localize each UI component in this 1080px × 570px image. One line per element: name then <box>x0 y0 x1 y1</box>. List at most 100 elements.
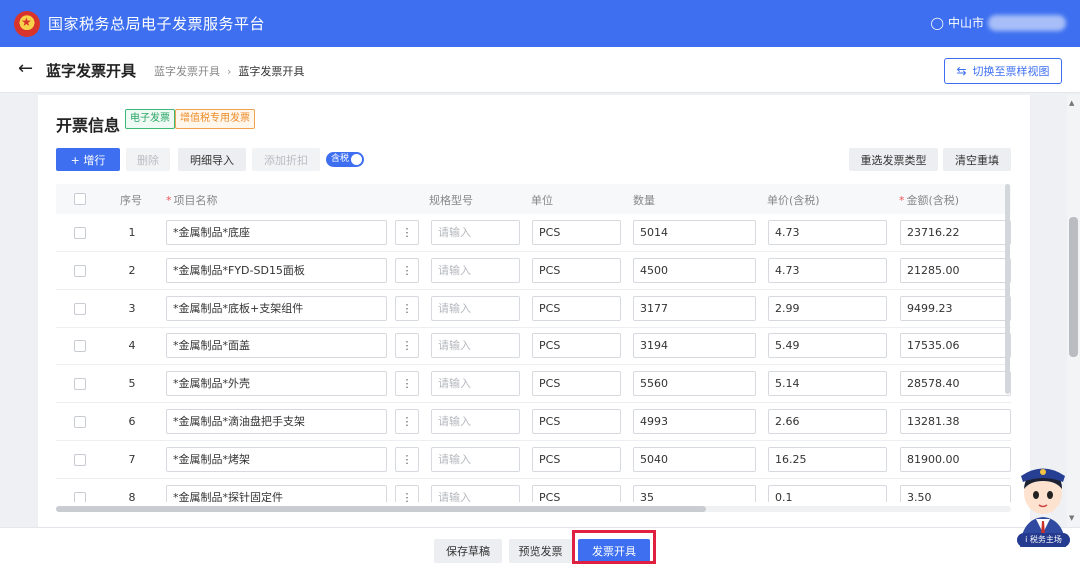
breadcrumb: 蓝字发票开具 › 蓝字发票开具 <box>154 63 304 79</box>
item-name-input[interactable]: *金属制品*滴油盘把手支架 <box>166 409 387 434</box>
quantity-input[interactable]: 4500 <box>633 257 756 283</box>
preview-invoice-button[interactable]: 预览发票 <box>509 539 572 563</box>
breadcrumb-item[interactable]: 蓝字发票开具 <box>154 63 220 79</box>
row-checkbox[interactable] <box>74 227 86 239</box>
spec-input[interactable]: 请输入 <box>431 333 520 359</box>
tag-electronic-invoice: 电子发票 <box>125 109 175 129</box>
unit-input[interactable]: PCS <box>532 257 621 283</box>
unit-price-input[interactable]: 4.73 <box>768 220 887 245</box>
more-vertical-icon[interactable]: ⋮ <box>395 257 419 283</box>
invoice-items-table: 序号 * 项目名称 规格型号 单位 数量 单价(含税) * 金额(含税) 1 *金属制… <box>56 184 1011 502</box>
required-mark: * <box>166 194 172 207</box>
arrow-left-icon[interactable]: ← <box>18 58 33 79</box>
more-vertical-icon[interactable]: ⋮ <box>395 295 419 321</box>
row-seq: 5 <box>128 377 136 391</box>
reselect-type-button[interactable]: 重选发票类型 <box>849 148 938 171</box>
spec-input[interactable]: 请输入 <box>431 257 520 283</box>
unit-input[interactable]: PCS <box>532 371 621 397</box>
unit-input[interactable]: PCS <box>532 333 621 359</box>
amount-input[interactable]: 23716.22 <box>900 220 1011 245</box>
amount-input[interactable]: 9499.23 <box>900 295 1011 321</box>
row-checkbox[interactable] <box>74 378 86 391</box>
more-vertical-icon[interactable]: ⋮ <box>395 220 419 245</box>
column-header-price: 单价(含税) <box>767 194 820 207</box>
table-row: 5 *金属制品*外壳 ⋮ 请输入 PCS 5560 5.14 28578.40 <box>56 365 1011 404</box>
unit-price-input[interactable]: 5.49 <box>768 333 887 359</box>
unit-input[interactable]: PCS <box>532 409 621 434</box>
spec-input[interactable]: 请输入 <box>431 446 520 472</box>
quantity-input[interactable]: 35 <box>633 484 756 502</box>
quantity-input[interactable]: 5560 <box>633 371 756 397</box>
column-header-seq: 序号 <box>120 194 142 207</box>
unit-input[interactable]: PCS <box>532 484 621 502</box>
item-name-input[interactable]: *金属制品*外壳 <box>166 371 387 397</box>
amount-input[interactable]: 3.50 <box>900 484 1011 502</box>
row-checkbox[interactable] <box>74 264 86 277</box>
table-horizontal-scrollbar[interactable] <box>56 506 1011 512</box>
row-checkbox[interactable] <box>74 491 86 502</box>
select-all-checkbox[interactable] <box>74 193 86 205</box>
unit-price-input[interactable]: 2.99 <box>768 295 887 321</box>
quantity-input[interactable]: 5014 <box>633 220 756 245</box>
user-menu[interactable]: ◯ 中山市 <box>931 14 1066 31</box>
spec-input[interactable]: 请输入 <box>431 484 520 502</box>
page-scrollbar-thumb[interactable] <box>1069 217 1078 357</box>
top-header: 国家税务总局电子发票服务平台 ◯ 中山市 <box>0 0 1080 47</box>
clear-refill-button[interactable]: 清空重填 <box>943 148 1011 171</box>
unit-price-input[interactable]: 5.14 <box>768 371 887 397</box>
item-name-input[interactable]: *金属制品*底座 <box>166 220 387 245</box>
unit-input[interactable]: PCS <box>532 295 621 321</box>
more-vertical-icon[interactable]: ⋮ <box>395 446 419 472</box>
amount-input[interactable]: 17535.06 <box>900 333 1011 359</box>
scrollbar-thumb[interactable] <box>56 506 706 512</box>
table-vertical-scrollbar[interactable] <box>1005 184 1010 394</box>
item-name-input[interactable]: *金属制品*底板+支架组件 <box>166 295 387 321</box>
unit-input[interactable]: PCS <box>532 446 621 472</box>
more-vertical-icon[interactable]: ⋮ <box>395 409 419 434</box>
spec-input[interactable]: 请输入 <box>431 295 520 321</box>
more-vertical-icon[interactable]: ⋮ <box>395 484 419 502</box>
quantity-input[interactable]: 3177 <box>633 295 756 321</box>
quantity-input[interactable]: 5040 <box>633 446 756 472</box>
mascot-badge: i 税务主场 <box>1017 533 1070 547</box>
table-row: 4 *金属制品*面盖 ⋮ 请输入 PCS 3194 5.49 17535.06 <box>56 327 1011 366</box>
spec-input[interactable]: 请输入 <box>431 371 520 397</box>
more-vertical-icon[interactable]: ⋮ <box>395 333 419 359</box>
spec-input[interactable]: 请输入 <box>431 220 520 245</box>
unit-input[interactable]: PCS <box>532 220 621 245</box>
save-draft-button[interactable]: 保存草稿 <box>434 539 502 563</box>
import-detail-button[interactable]: 明细导入 <box>178 148 246 171</box>
unit-price-input[interactable]: 4.73 <box>768 257 887 283</box>
amount-input[interactable]: 21285.00 <box>900 257 1011 283</box>
amount-input[interactable]: 81900.00 <box>900 446 1011 472</box>
swap-icon: ⇆ <box>956 64 967 78</box>
unit-price-input[interactable]: 0.1 <box>768 484 887 502</box>
spec-input[interactable]: 请输入 <box>431 409 520 434</box>
page-header: ← 蓝字发票开具 蓝字发票开具 › 蓝字发票开具 ⇆ 切换至票样视图 <box>0 47 1080 93</box>
amount-input[interactable]: 13281.38 <box>900 409 1011 434</box>
quantity-input[interactable]: 3194 <box>633 333 756 359</box>
item-name-input[interactable]: *金属制品*探针固定件 <box>166 484 387 502</box>
scroll-up-icon[interactable]: ▲ <box>1069 99 1074 107</box>
row-seq: 4 <box>128 339 136 353</box>
user-icon: ◯ <box>930 15 944 30</box>
item-name-input[interactable]: *金属制品*FYD-SD15面板 <box>166 257 387 283</box>
item-name-input[interactable]: *金属制品*面盖 <box>166 333 387 359</box>
item-name-input[interactable]: *金属制品*烤架 <box>166 446 387 472</box>
unit-price-input[interactable]: 16.25 <box>768 446 887 472</box>
footer-actions: 保存草稿 预览发票 发票开具 <box>0 527 1080 570</box>
amount-input[interactable]: 28578.40 <box>900 371 1011 397</box>
unit-price-input[interactable]: 2.66 <box>768 409 887 434</box>
more-vertical-icon[interactable]: ⋮ <box>395 371 419 397</box>
row-checkbox[interactable] <box>74 453 86 466</box>
quantity-input[interactable]: 4993 <box>633 409 756 434</box>
add-discount-button[interactable]: 添加折扣 <box>252 148 320 171</box>
switch-view-button[interactable]: ⇆ 切换至票样视图 <box>944 58 1062 84</box>
add-row-button[interactable]: + 增行 <box>56 148 120 171</box>
row-checkbox[interactable] <box>74 416 86 428</box>
delete-button[interactable]: 删除 <box>126 148 170 171</box>
row-seq: 7 <box>128 452 136 466</box>
row-checkbox[interactable] <box>74 302 86 315</box>
row-checkbox[interactable] <box>74 340 86 353</box>
tax-included-toggle[interactable]: 含税 <box>326 152 364 167</box>
